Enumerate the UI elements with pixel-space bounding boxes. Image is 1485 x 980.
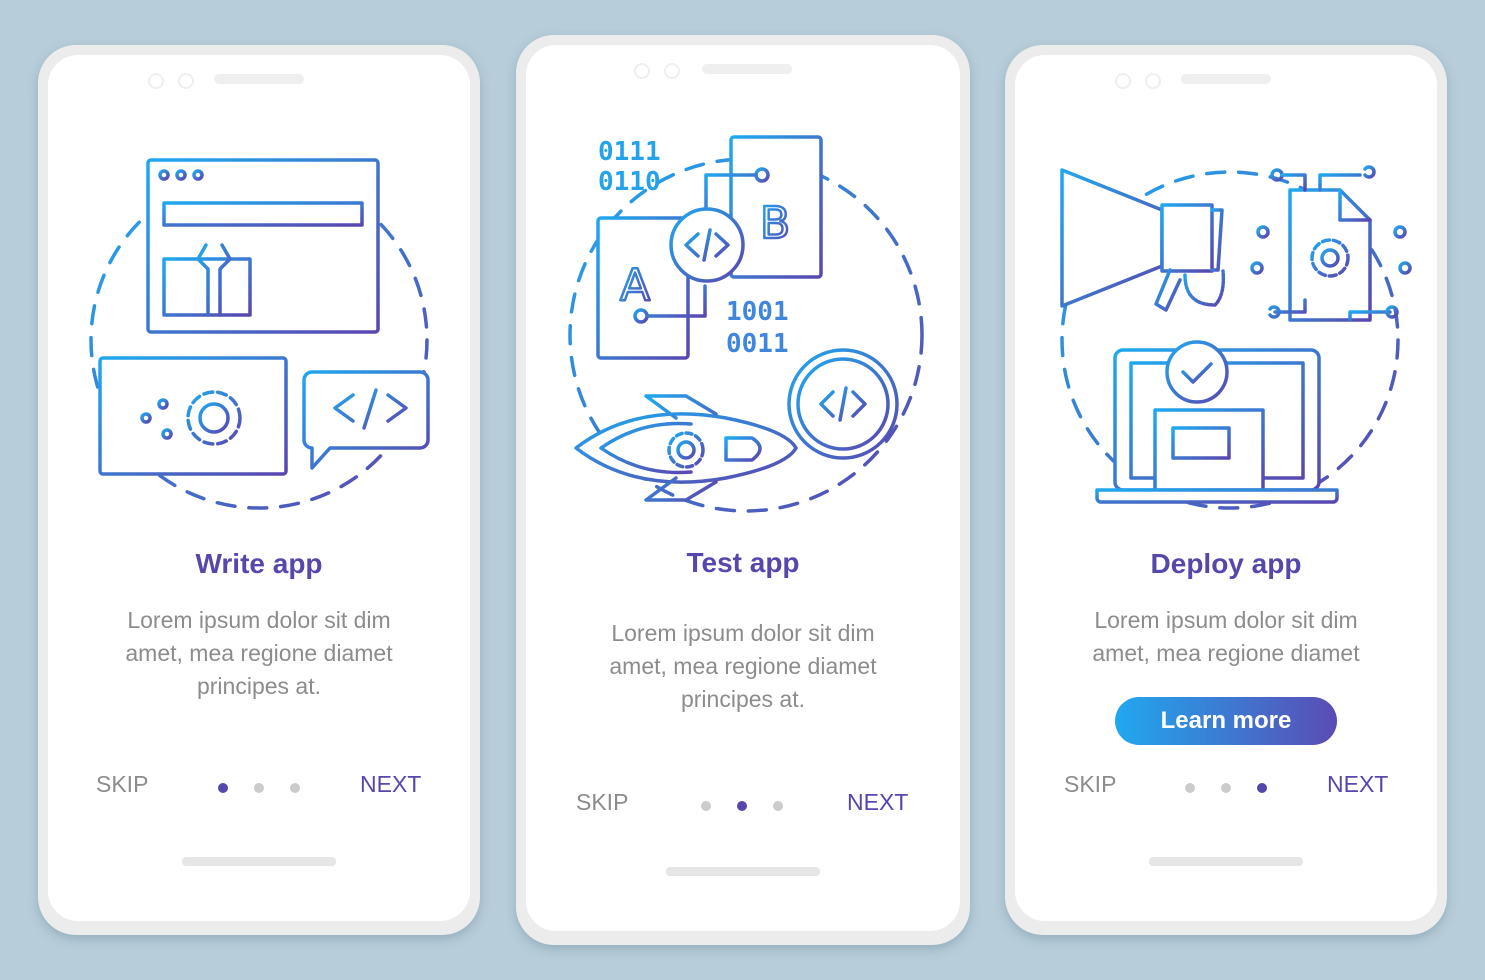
description-line: principes at. bbox=[196, 673, 321, 699]
page-indicator bbox=[218, 783, 300, 793]
screen-description: Lorem ipsum dolor sit dim amet, mea regi… bbox=[526, 617, 960, 716]
description-line: Lorem ipsum dolor sit dim bbox=[127, 607, 391, 633]
camera-dot bbox=[148, 73, 164, 89]
page-dot[interactable] bbox=[254, 783, 264, 793]
camera-dot bbox=[1145, 73, 1161, 89]
binary-code-bottom: 0011 bbox=[726, 329, 789, 359]
page-dot[interactable] bbox=[290, 783, 300, 793]
svg-text:B: B bbox=[760, 198, 790, 249]
browser-window-icon bbox=[146, 158, 380, 334]
page-dot-active[interactable] bbox=[1257, 783, 1267, 793]
deploy-app-illustration bbox=[1015, 150, 1437, 520]
phone-screen: Write app Lorem ipsum dolor sit dim amet… bbox=[48, 55, 470, 921]
onboarding-screen-write-app: Write app Lorem ipsum dolor sit dim amet… bbox=[38, 45, 480, 935]
next-button[interactable]: NEXT bbox=[1327, 771, 1388, 798]
learn-more-button[interactable]: Learn more bbox=[1115, 697, 1337, 745]
page-dot-active[interactable] bbox=[218, 783, 228, 793]
code-bubble-icon bbox=[302, 370, 430, 470]
camera-dot bbox=[634, 63, 650, 79]
page-dot-active[interactable] bbox=[737, 801, 747, 811]
screen-title: Deploy app bbox=[1150, 548, 1302, 579]
screen-description: Lorem ipsum dolor sit dim amet, mea regi… bbox=[48, 604, 470, 703]
description-line: Lorem ipsum dolor sit dim bbox=[1094, 607, 1358, 633]
code-circle-icon bbox=[669, 207, 745, 283]
test-app-illustration: 0111 0110 B A 1001 0011 bbox=[526, 120, 960, 520]
description-line: principes at. bbox=[680, 686, 805, 712]
page-indicator bbox=[1185, 783, 1267, 793]
write-app-illustration bbox=[48, 150, 470, 520]
tablet-settings-icon bbox=[98, 356, 288, 476]
page-dot[interactable] bbox=[1221, 783, 1231, 793]
settings-file-icon bbox=[1250, 165, 1412, 322]
binary-code-bottom: 1001 bbox=[726, 297, 789, 327]
laptop-check-icon bbox=[1095, 316, 1339, 504]
next-button[interactable]: NEXT bbox=[847, 789, 908, 816]
description-line: amet, mea regione diamet bbox=[1092, 640, 1360, 666]
home-indicator[interactable] bbox=[666, 867, 820, 876]
home-indicator[interactable] bbox=[1149, 857, 1303, 866]
page-dot[interactable] bbox=[1185, 783, 1195, 793]
speaker-bar bbox=[1181, 74, 1271, 84]
skip-button[interactable]: SKIP bbox=[576, 789, 628, 816]
phone-screen: 0111 0110 B A 1001 0011 Test app Lorem i… bbox=[526, 45, 960, 931]
onboarding-screen-test-app: 0111 0110 B A 1001 0011 Test app Lorem i… bbox=[516, 35, 970, 945]
description-line: amet, mea regione diamet bbox=[125, 640, 393, 666]
onboarding-screen-deploy-app: Deploy app Lorem ipsum dolor sit dim ame… bbox=[1005, 45, 1447, 935]
skip-button[interactable]: SKIP bbox=[1064, 771, 1116, 798]
phone-screen: Deploy app Lorem ipsum dolor sit dim ame… bbox=[1015, 55, 1437, 921]
description-line: Lorem ipsum dolor sit dim bbox=[611, 620, 875, 646]
screen-description: Lorem ipsum dolor sit dim amet, mea regi… bbox=[1015, 604, 1437, 670]
camera-dot bbox=[664, 63, 680, 79]
target-code-icon bbox=[777, 338, 909, 470]
page-dot[interactable] bbox=[773, 801, 783, 811]
camera-dot bbox=[178, 73, 194, 89]
camera-dot bbox=[1115, 73, 1131, 89]
page-dot[interactable] bbox=[701, 801, 711, 811]
svg-text:A: A bbox=[620, 260, 650, 311]
binary-code-top: 0111 bbox=[598, 137, 661, 167]
speaker-bar bbox=[702, 64, 792, 74]
screen-title: Write app bbox=[195, 548, 323, 579]
screen-title: Test app bbox=[686, 547, 800, 578]
binary-code-top: 0110 bbox=[598, 167, 661, 197]
description-line: amet, mea regione diamet bbox=[609, 653, 877, 679]
megaphone-icon bbox=[1060, 168, 1226, 312]
rocket-icon bbox=[574, 373, 798, 517]
skip-button[interactable]: SKIP bbox=[96, 771, 148, 798]
page-indicator bbox=[701, 801, 783, 811]
speaker-bar bbox=[214, 74, 304, 84]
next-button[interactable]: NEXT bbox=[360, 771, 421, 798]
home-indicator[interactable] bbox=[182, 857, 336, 866]
